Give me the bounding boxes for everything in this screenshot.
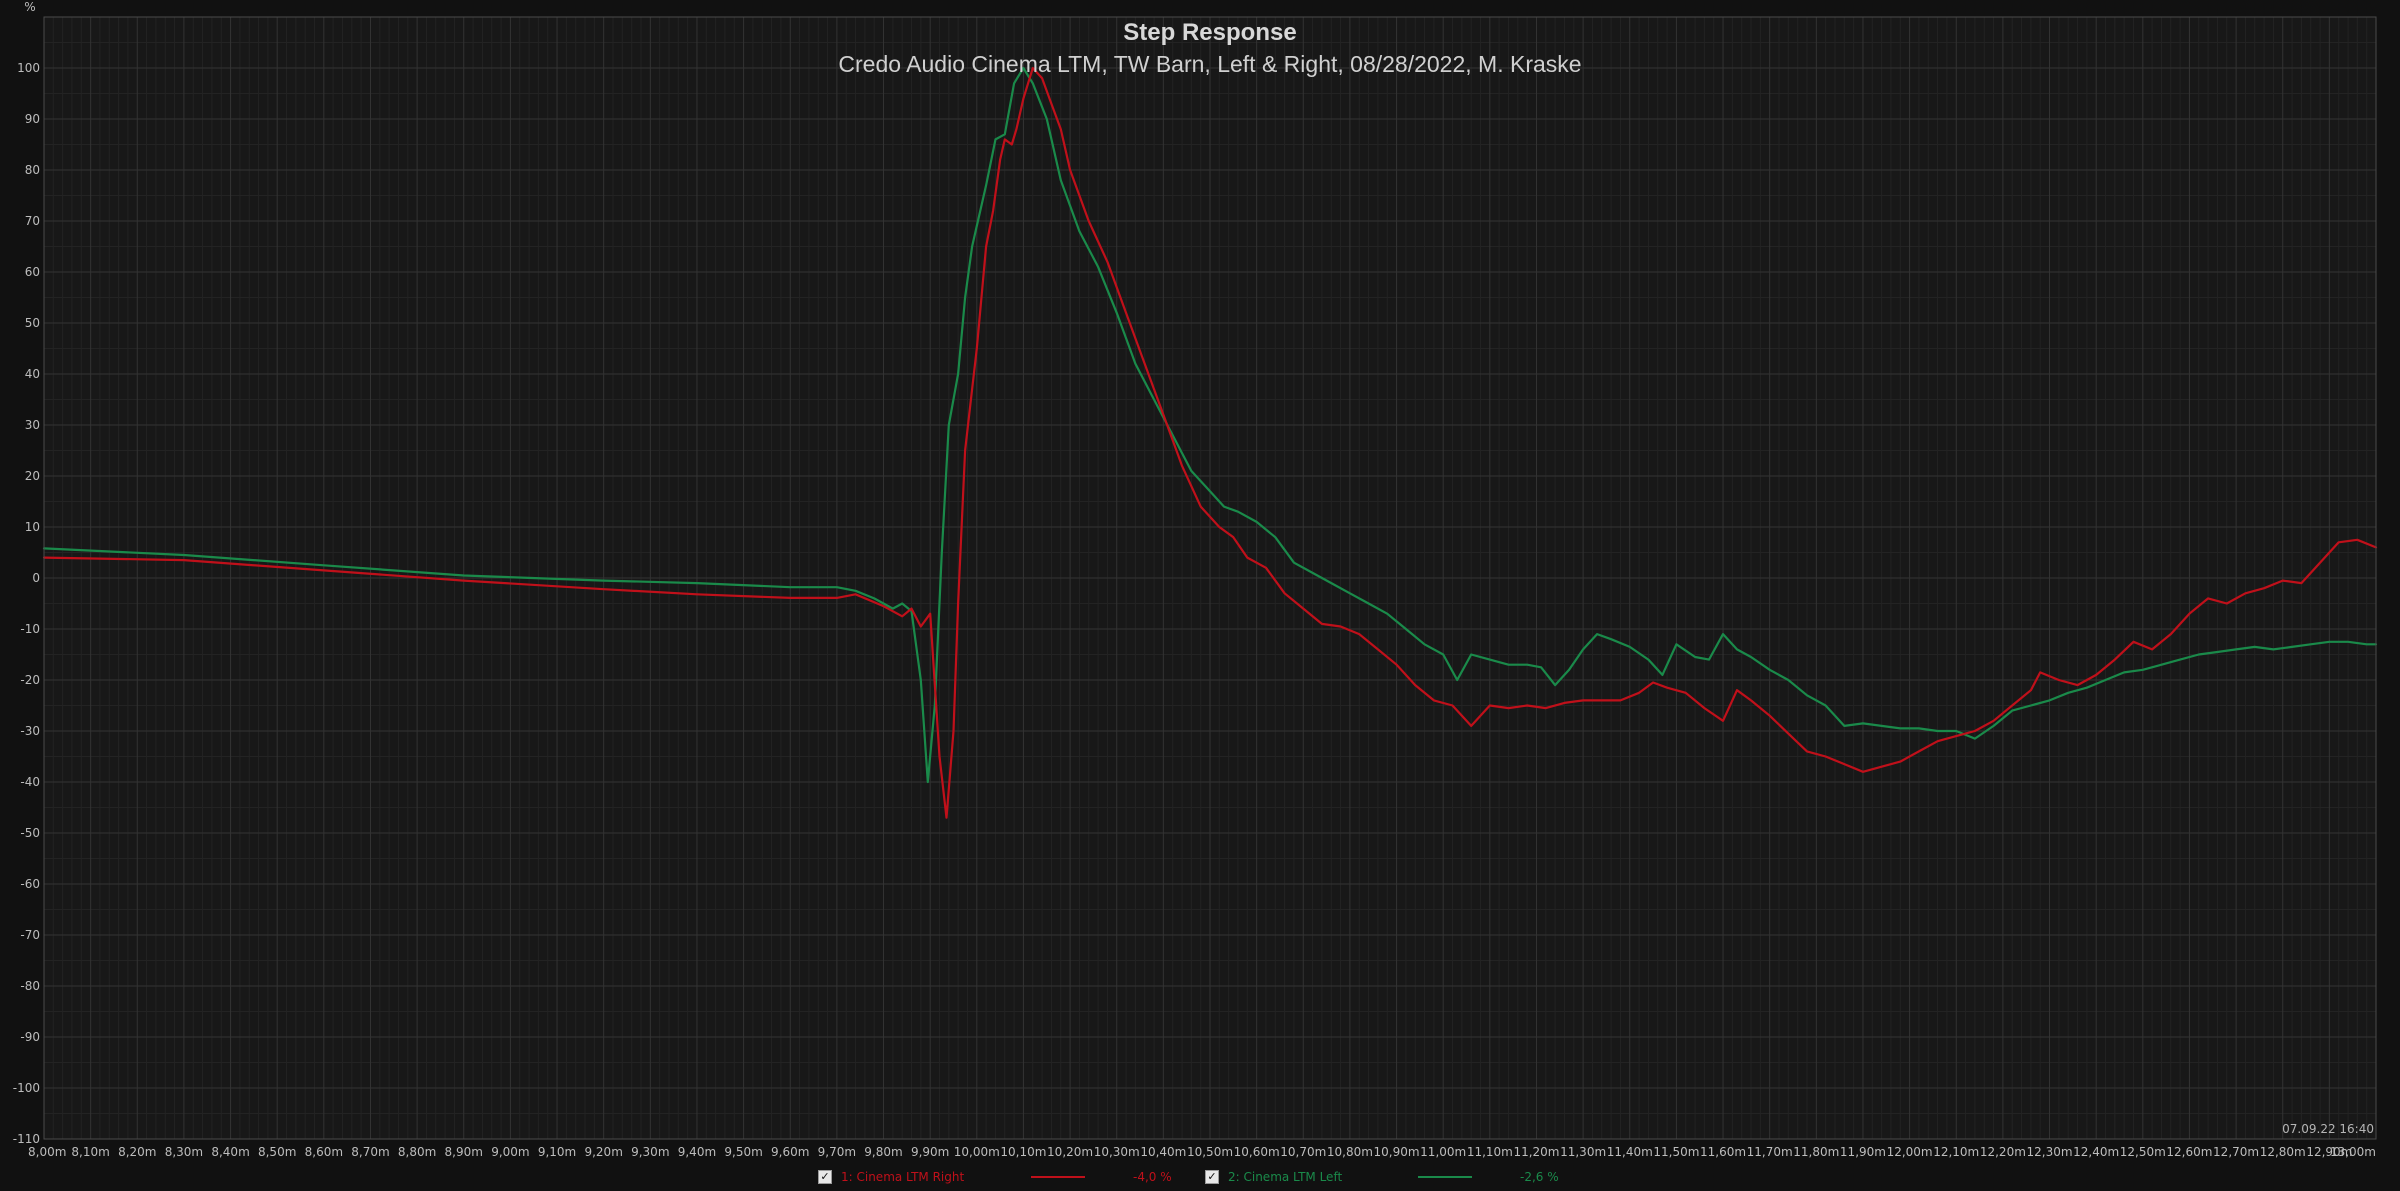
- y-tick-label: -110: [13, 1132, 40, 1146]
- x-tick-label: 12,30m: [2026, 1145, 2072, 1159]
- y-tick-labels: 1009080706050403020100-10-20-30-40-50-60…: [13, 61, 40, 1146]
- x-tick-label: 11,90m: [1840, 1145, 1886, 1159]
- y-tick-label: -20: [20, 673, 40, 687]
- y-tick-label: 20: [25, 469, 40, 483]
- x-tick-label: 11,30m: [1560, 1145, 1606, 1159]
- x-tick-label: 10,40m: [1140, 1145, 1186, 1159]
- x-tick-label: 9,50m: [724, 1145, 762, 1159]
- x-tick-label: 11,50m: [1653, 1145, 1699, 1159]
- legend-checkbox-right[interactable]: ✓: [818, 1170, 832, 1184]
- y-tick-label: -80: [20, 979, 40, 993]
- x-tick-label: 12,80m: [2260, 1145, 2306, 1159]
- x-tick-label: 10,50m: [1187, 1145, 1233, 1159]
- x-tick-label: 10,10m: [1000, 1145, 1046, 1159]
- x-tick-labels: 8,00m 8,10m 8,20m 8,30m 8,40m 8,50m 8,60m 8,70m…: [28, 1145, 2376, 1159]
- legend-swatch-right: [1031, 1176, 1085, 1178]
- x-tick-label: 9,00m: [491, 1145, 529, 1159]
- x-tick-label: 12,40m: [2073, 1145, 2119, 1159]
- y-tick-label: 100: [17, 61, 40, 75]
- x-tick-label: 9,40m: [678, 1145, 716, 1159]
- x-tick-label: 10,60m: [1234, 1145, 1280, 1159]
- x-tick-label: 9,60m: [771, 1145, 809, 1159]
- y-tick-label: -70: [20, 928, 40, 942]
- x-tick-label: 10,90m: [1374, 1145, 1420, 1159]
- x-tick-label: 9,10m: [538, 1145, 576, 1159]
- y-tick-label: -90: [20, 1030, 40, 1044]
- legend-label-right: 1: Cinema LTM Right: [841, 1170, 965, 1184]
- legend-entry-left: ✓ 2: Cinema LTM Left -2,6 %: [1205, 1168, 1600, 1186]
- x-tick-label: 8,90m: [445, 1145, 483, 1159]
- y-tick-label: 50: [25, 316, 40, 330]
- x-tick-label: 9,80m: [864, 1145, 902, 1159]
- x-tick-label: 9,70m: [818, 1145, 856, 1159]
- x-tick-label: 8,10m: [71, 1145, 109, 1159]
- x-tick-label: 11,60m: [1700, 1145, 1746, 1159]
- x-tick-label: 8,30m: [165, 1145, 203, 1159]
- y-tick-label: 60: [25, 265, 40, 279]
- legend-label-left: 2: Cinema LTM Left: [1228, 1170, 1343, 1184]
- y-tick-label: -30: [20, 724, 40, 738]
- y-tick-label: -60: [20, 877, 40, 891]
- x-tick-label: 9,20m: [584, 1145, 622, 1159]
- legend-value-right: -4,0 %: [1133, 1170, 1172, 1184]
- x-tick-label: 10,80m: [1327, 1145, 1373, 1159]
- x-tick-label: 10,30m: [1094, 1145, 1140, 1159]
- y-tick-label: 30: [25, 418, 40, 432]
- x-tick-label: 11,80m: [1793, 1145, 1839, 1159]
- y-tick-label: -100: [13, 1081, 40, 1095]
- y-tick-label: 0: [32, 571, 40, 585]
- x-tick-label: 9,30m: [631, 1145, 669, 1159]
- y-tick-label: 80: [25, 163, 40, 177]
- x-tick-label: 10,20m: [1047, 1145, 1093, 1159]
- x-tick-label: 9,90m: [911, 1145, 949, 1159]
- x-tick-label: 12,20m: [1980, 1145, 2026, 1159]
- y-axis-unit-label: %: [24, 0, 35, 14]
- y-tick-label: -40: [20, 775, 40, 789]
- x-tick-label: 13,00m: [2330, 1145, 2376, 1159]
- x-tick-label: 11,40m: [1607, 1145, 1653, 1159]
- x-tick-label: 12,00m: [1887, 1145, 1933, 1159]
- y-tick-label: -10: [20, 622, 40, 636]
- x-tick-label: 12,10m: [1933, 1145, 1979, 1159]
- timestamp: 07.09.22 16:40: [2282, 1122, 2374, 1136]
- step-response-chart: 8,00m 8,10m 8,20m 8,30m 8,40m 8,50m 8,60m 8,70m…: [13, 0, 2378, 1159]
- x-tick-label: 8,80m: [398, 1145, 436, 1159]
- y-tick-label: 90: [25, 112, 40, 126]
- x-tick-label: 8,40m: [211, 1145, 249, 1159]
- x-tick-label: 8,20m: [118, 1145, 156, 1159]
- legend-checkbox-left[interactable]: ✓: [1205, 1170, 1219, 1184]
- legend-value-left: -2,6 %: [1520, 1170, 1559, 1184]
- x-tick-label: 8,50m: [258, 1145, 296, 1159]
- x-tick-label: 8,00m: [28, 1145, 66, 1159]
- y-tick-label: 40: [25, 367, 40, 381]
- chart-title: Step Response: [1123, 19, 1296, 46]
- legend-swatch-left: [1418, 1176, 1472, 1178]
- x-tick-label: 10,00m: [954, 1145, 1000, 1159]
- x-tick-label: 8,70m: [351, 1145, 389, 1159]
- x-tick-label: 11,70m: [1747, 1145, 1793, 1159]
- x-tick-label: 8,60m: [305, 1145, 343, 1159]
- x-tick-label: 11,00m: [1420, 1145, 1466, 1159]
- x-tick-label: 12,50m: [2120, 1145, 2166, 1159]
- x-tick-label: 11,10m: [1467, 1145, 1513, 1159]
- y-tick-label: -50: [20, 826, 40, 840]
- x-tick-label: 11,20m: [1513, 1145, 1559, 1159]
- chart-subtitle: Credo Audio Cinema LTM, TW Barn, Left & …: [838, 51, 1581, 77]
- y-tick-label: 70: [25, 214, 40, 228]
- y-tick-label: 10: [25, 520, 40, 534]
- x-tick-label: 12,60m: [2166, 1145, 2212, 1159]
- x-tick-label: 12,70m: [2213, 1145, 2259, 1159]
- legend-entry-right: ✓ 1: Cinema LTM Right -4,0 %: [818, 1168, 1213, 1186]
- x-tick-label: 10,70m: [1280, 1145, 1326, 1159]
